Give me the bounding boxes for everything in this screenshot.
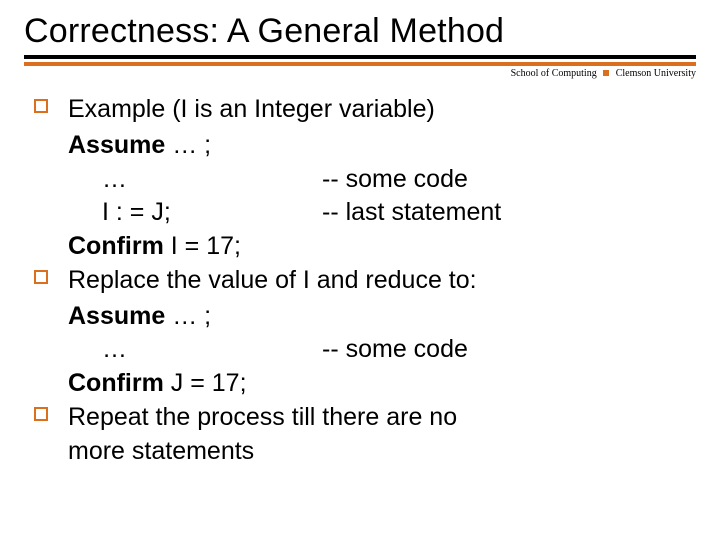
affiliation: School of Computing Clemson University <box>24 68 696 79</box>
confirm-rest: I = 17; <box>164 232 241 260</box>
slide-body: Example (I is an Integer variable) Assum… <box>24 93 696 468</box>
confirm-kw: Confirm <box>68 369 164 397</box>
bullet-3-line2: more statements <box>68 437 254 465</box>
assume-kw: Assume <box>68 131 165 159</box>
code-left: … <box>102 163 322 197</box>
square-icon <box>603 70 609 76</box>
bullet-1-text: Example (I is an Integer variable) <box>68 95 435 123</box>
bullet-1: Example (I is an Integer variable) <box>24 93 696 127</box>
slide: Correctness: A General Method School of … <box>0 0 720 540</box>
affil-left: School of Computing <box>511 68 597 79</box>
bullet-2: Replace the value of I and reduce to: <box>24 264 696 298</box>
assume-line: Assume … ; <box>68 300 696 334</box>
code-comment: -- some code <box>322 333 696 367</box>
assume-rest: … ; <box>165 302 211 330</box>
code-left: I : = J; <box>102 196 322 230</box>
bullet-icon <box>34 270 48 284</box>
bullet-icon <box>34 407 48 421</box>
bullet-2-text: Replace the value of I and reduce to: <box>68 266 477 294</box>
confirm-line: Confirm I = 17; <box>68 230 696 264</box>
code-row-1: … -- some code <box>68 163 696 197</box>
code-row-2: I : = J; -- last statement <box>68 196 696 230</box>
slide-title: Correctness: A General Method <box>24 12 696 51</box>
affil-right: Clemson University <box>616 68 696 79</box>
bullet-1-sub: Assume … ; … -- some code I : = J; -- la… <box>24 129 696 264</box>
confirm-rest: J = 17; <box>164 369 247 397</box>
code-comment: -- some code <box>322 163 696 197</box>
code-comment: -- last statement <box>322 196 696 230</box>
bullet-2-sub: Assume … ; … -- some code Confirm J = 17… <box>24 300 696 401</box>
confirm-kw: Confirm <box>68 232 164 260</box>
confirm-line: Confirm J = 17; <box>68 367 696 401</box>
assume-rest: … ; <box>165 131 211 159</box>
code-row-1: … -- some code <box>68 333 696 367</box>
assume-kw: Assume <box>68 302 165 330</box>
code-left: … <box>102 333 322 367</box>
bullet-3: Repeat the process till there are no mor… <box>24 401 696 469</box>
bullet-icon <box>34 99 48 113</box>
assume-line: Assume … ; <box>68 129 696 163</box>
title-rule <box>24 55 696 66</box>
bullet-3-line1: Repeat the process till there are no <box>68 403 457 431</box>
